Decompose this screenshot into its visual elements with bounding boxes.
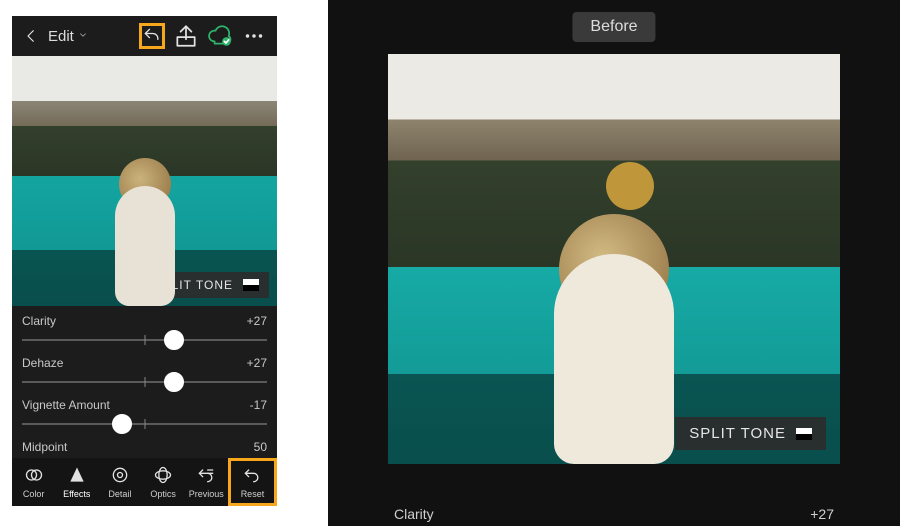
tool-label: Detail — [108, 489, 131, 499]
split-tone-button[interactable]: SPLIT TONE — [144, 272, 269, 298]
slider-vignette-amount: Vignette Amount -17 — [22, 398, 267, 436]
slider-knob[interactable] — [112, 414, 132, 434]
tool-label: Previous — [189, 489, 224, 499]
reset-icon — [242, 465, 262, 487]
back-icon[interactable] — [22, 27, 40, 45]
slider-midpoint: Midpoint 50 — [22, 440, 267, 454]
photo-subject — [119, 158, 171, 210]
slider-value: 50 — [254, 440, 267, 454]
tool-label: Effects — [63, 489, 90, 499]
slider-knob[interactable] — [164, 372, 184, 392]
tool-color[interactable]: Color — [12, 458, 55, 506]
effects-icon — [67, 465, 87, 487]
clarity-value: +27 — [810, 506, 834, 522]
optics-icon — [153, 465, 173, 487]
split-tone-icon — [243, 279, 259, 291]
slider-label: Clarity — [22, 314, 56, 328]
tool-detail[interactable]: Detail — [98, 458, 141, 506]
chevron-down-icon[interactable] — [78, 30, 88, 43]
bottom-toolbar: Color Effects Detail Optics Previous Reset — [12, 458, 277, 506]
slider-label: Dehaze — [22, 356, 63, 370]
split-tone-label: SPLIT TONE — [689, 425, 786, 442]
slider-label: Midpoint — [22, 440, 67, 454]
before-photo[interactable]: SPLIT TONE — [388, 54, 840, 464]
slider-label: Vignette Amount — [22, 398, 110, 412]
slider-dehaze: Dehaze +27 — [22, 356, 267, 394]
slider-clarity: Clarity +27 — [22, 314, 267, 352]
split-tone-icon — [796, 428, 812, 440]
top-bar: Edit — [12, 16, 277, 56]
slider-value: +27 — [247, 356, 267, 370]
sliders-panel: Clarity +27 Dehaze +27 Vignette Amount -17 Mid… — [12, 306, 277, 456]
tool-reset[interactable]: Reset — [228, 458, 277, 506]
photo-subject — [559, 214, 669, 324]
undo-icon[interactable] — [139, 23, 165, 49]
previous-icon — [196, 465, 216, 487]
before-badge: Before — [572, 12, 655, 42]
slider-track[interactable] — [22, 370, 267, 394]
tool-previous[interactable]: Previous — [185, 458, 228, 506]
detail-icon — [110, 465, 130, 487]
tool-label: Optics — [150, 489, 176, 499]
before-preview-panel: Before SPLIT TONE Clarity +27 — [328, 0, 900, 526]
split-tone-button[interactable]: SPLIT TONE — [675, 417, 826, 450]
phone-panel: Edit SPLIT TONE — [12, 16, 277, 506]
more-icon[interactable] — [241, 23, 267, 49]
photo-preview[interactable]: SPLIT TONE — [12, 56, 277, 306]
split-tone-label: SPLIT TONE — [154, 278, 233, 292]
slider-track[interactable] — [22, 412, 267, 436]
touch-indicator-icon — [606, 162, 654, 210]
clarity-label: Clarity — [394, 506, 434, 522]
slider-track[interactable] — [22, 328, 267, 352]
slider-value: +27 — [247, 314, 267, 328]
color-icon — [24, 465, 44, 487]
tool-effects[interactable]: Effects — [55, 458, 98, 506]
share-icon[interactable] — [173, 23, 199, 49]
tool-label: Reset — [241, 489, 265, 499]
slider-knob[interactable] — [164, 330, 184, 350]
mode-label[interactable]: Edit — [48, 28, 74, 45]
tool-optics[interactable]: Optics — [142, 458, 185, 506]
cloud-sync-icon[interactable] — [207, 23, 233, 49]
slider-value: -17 — [250, 398, 267, 412]
tool-label: Color — [23, 489, 45, 499]
clarity-readout: Clarity +27 — [388, 506, 840, 522]
